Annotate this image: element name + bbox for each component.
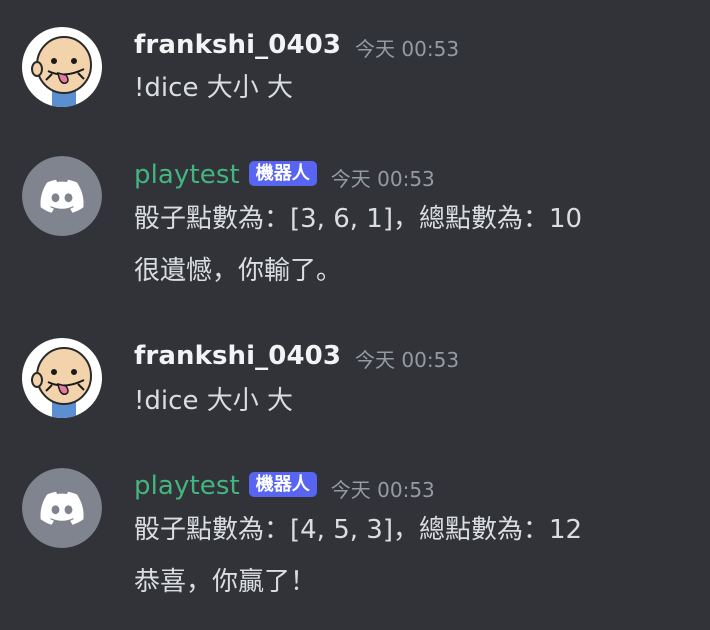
bot-tag-badge: 機器人 xyxy=(248,471,317,497)
bot-tag-badge: 機器人 xyxy=(248,160,317,186)
timestamp[interactable]: 今天 00:53 xyxy=(331,474,435,503)
bot-username[interactable]: playtest xyxy=(134,160,240,190)
message-content: 骰子點數為：[4, 5, 3]，總點數為：12 恭喜，你贏了！ xyxy=(134,504,582,608)
bot-username[interactable]: playtest xyxy=(134,471,240,501)
timestamp[interactable]: 今天 00:53 xyxy=(331,163,435,192)
message-line: !dice 大小 大 xyxy=(134,386,293,416)
message-line: 很遺憾，你輸了。 xyxy=(134,256,343,286)
bot-avatar[interactable] xyxy=(22,468,102,548)
user-avatar[interactable] xyxy=(22,27,102,107)
message-header: frankshi_0403 今天 00:53 xyxy=(134,339,459,373)
message-header: playtest 機器人 今天 00:53 xyxy=(134,469,435,503)
timestamp[interactable]: 今天 00:53 xyxy=(355,33,459,62)
message-content: 骰子點數為：[3, 6, 1]，總點數為：10 很遺憾，你輸了。 xyxy=(134,193,582,297)
message-header: frankshi_0403 今天 00:53 xyxy=(134,28,459,62)
message-line: !dice 大小 大 xyxy=(134,73,293,103)
cartoon-face-icon xyxy=(22,27,102,107)
cartoon-face-icon xyxy=(22,338,102,418)
timestamp[interactable]: 今天 00:53 xyxy=(355,344,459,373)
user-avatar[interactable] xyxy=(22,338,102,418)
username[interactable]: frankshi_0403 xyxy=(134,30,341,60)
message-content: !dice 大小 大 xyxy=(134,375,293,427)
bot-avatar[interactable] xyxy=(22,156,102,236)
message-line: 骰子點數為：[3, 6, 1]，總點數為：10 xyxy=(134,204,583,234)
message-header: playtest 機器人 今天 00:53 xyxy=(134,158,435,192)
message-line: 恭喜，你贏了！ xyxy=(134,567,317,597)
message-line: 骰子點數為：[4, 5, 3]，總點數為：12 xyxy=(134,515,583,545)
discord-logo-icon xyxy=(22,468,102,548)
message-content: !dice 大小 大 xyxy=(134,62,293,114)
username[interactable]: frankshi_0403 xyxy=(134,341,341,371)
discord-logo-icon xyxy=(22,156,102,236)
